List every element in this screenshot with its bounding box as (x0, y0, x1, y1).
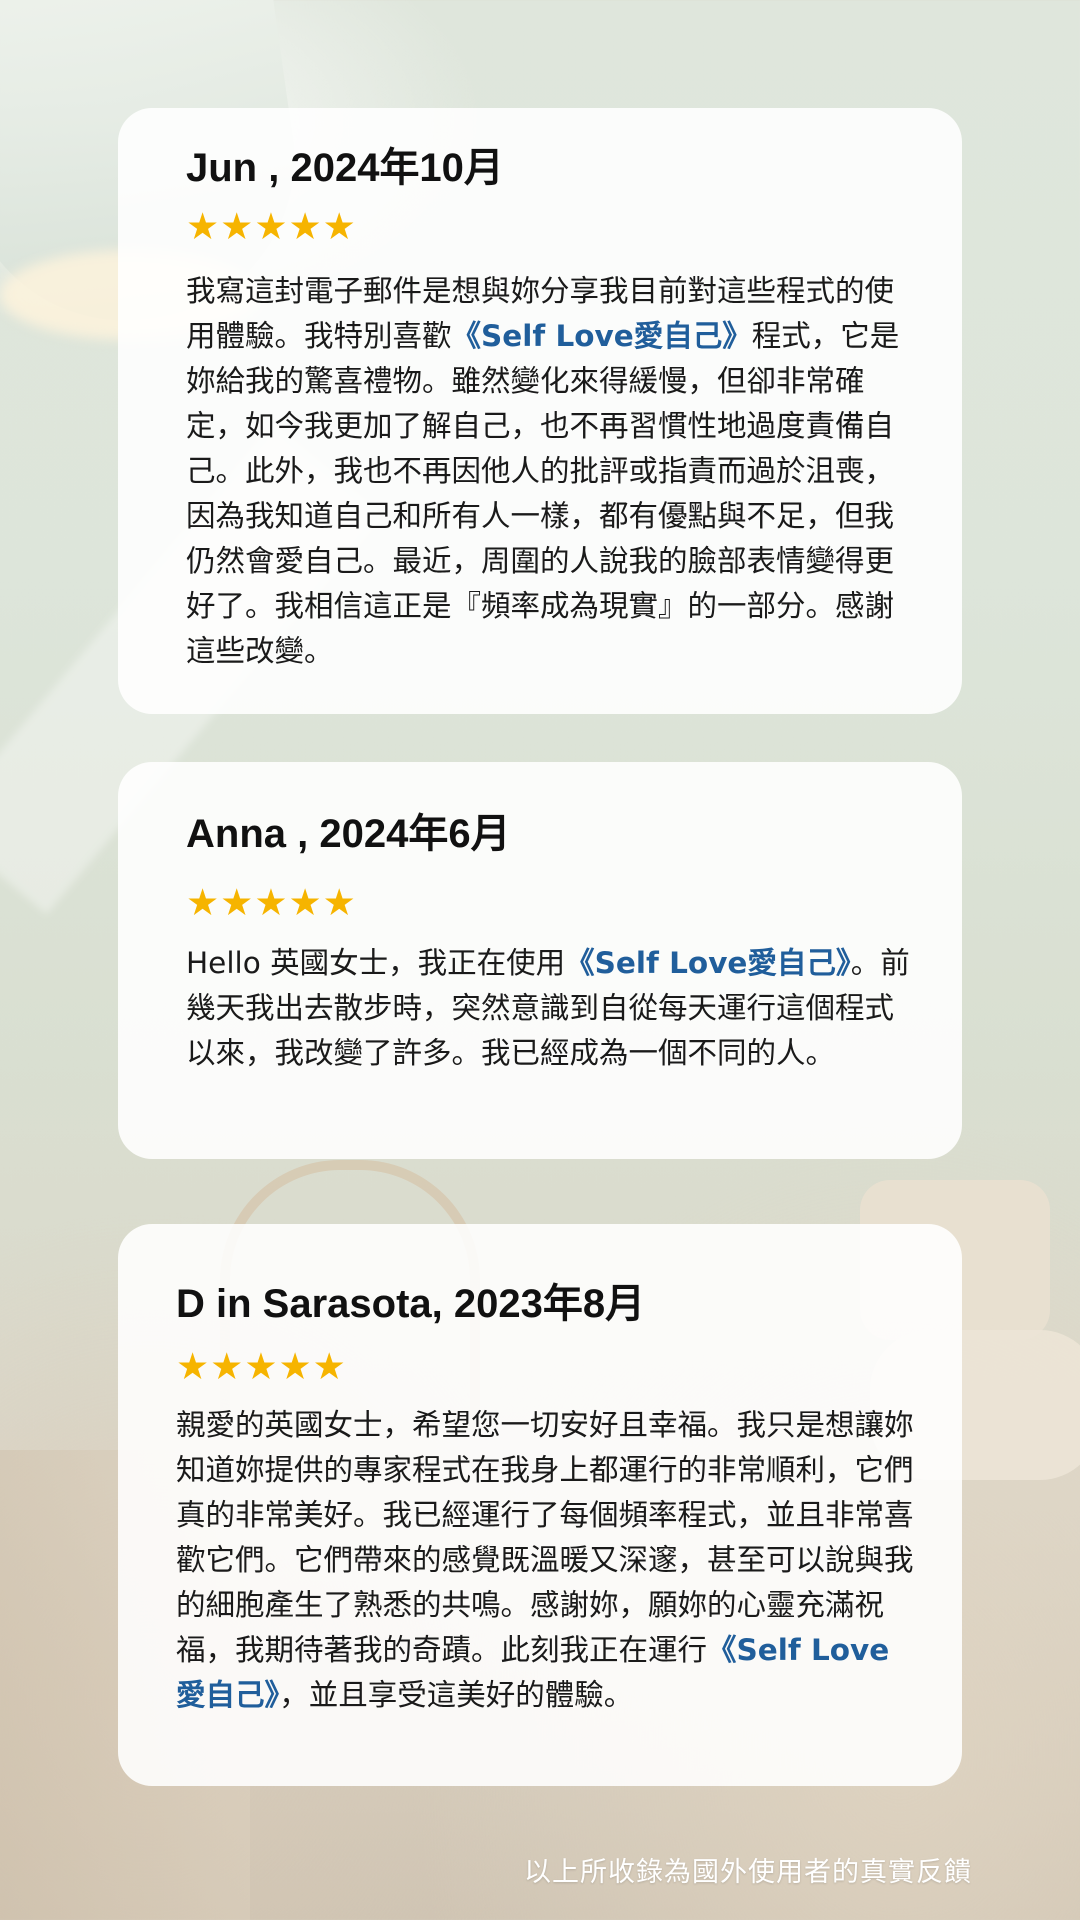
program-highlight: 《Self Love愛自己》 (451, 319, 752, 353)
review-text: 親愛的英國女士，希望您一切安好且幸福。我只是想讓妳知道妳提供的專家程式在我身上都… (176, 1403, 916, 1718)
star-rating-icon: ★★★★★ (176, 1345, 347, 1388)
review-card: D in Sarasota, 2023年8月 ★★★★★ 親愛的英國女士，希望您… (118, 1224, 962, 1786)
reviewer-name: Anna , 2024年6月 (186, 812, 511, 856)
review-text: Hello 英國女士，我正在使用《Self Love愛自己》。前幾天我出去散步時… (186, 941, 916, 1076)
reviewer-name: Jun , 2024年10月 (186, 146, 504, 190)
review-card: Anna , 2024年6月 ★★★★★ Hello 英國女士，我正在使用《Se… (118, 762, 962, 1159)
review-card: Jun , 2024年10月 ★★★★★ 我寫這封電子郵件是想與妳分享我目前對這… (118, 108, 962, 714)
footer-note: 以上所收錄為國外使用者的真實反饋 (524, 1857, 972, 1888)
review-text: 我寫這封電子郵件是想與妳分享我目前對這些程式的使用體驗。我特別喜歡《Self L… (186, 269, 916, 674)
review-text-start: 親愛的英國女士，希望您一切安好且幸福。我只是想讓妳知道妳提供的專家程式在我身上都… (176, 1408, 914, 1667)
review-text-end: 程式，它是妳給我的驚喜禮物。雖然變化來得緩慢，但卻非常確定，如今我更加了解自己，… (186, 319, 900, 668)
star-rating-icon: ★★★★★ (186, 881, 357, 924)
program-highlight: 《Self Love愛自己》 (565, 946, 851, 980)
review-text-start: Hello 英國女士，我正在使用 (186, 946, 566, 980)
star-rating-icon: ★★★★★ (186, 205, 357, 248)
review-text-end: ，並且享受這美好的體驗。 (279, 1678, 634, 1712)
reviewer-name: D in Sarasota, 2023年8月 (176, 1282, 646, 1326)
